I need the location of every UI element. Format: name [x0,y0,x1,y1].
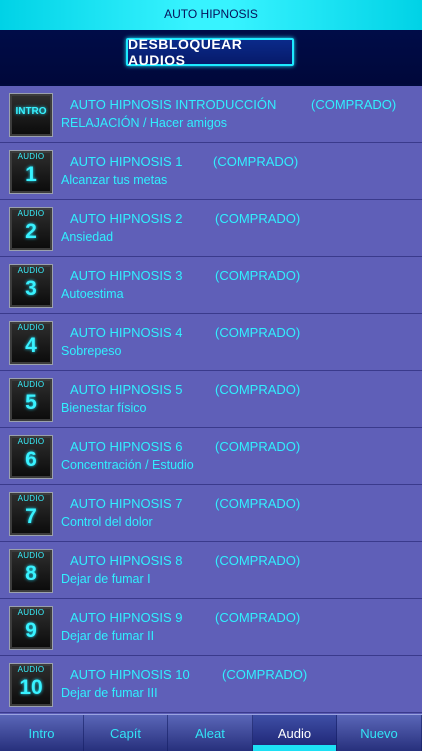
list-item[interactable]: AUDIO 7 AUTO HIPNOSIS 7 (COMPRADO) Control d… [0,485,422,542]
audio-badge-icon: AUDIO 4 [9,321,53,365]
item-subtitle: Sobrepeso [61,344,122,358]
badge-number: 1 [25,163,37,186]
badge-caption: AUDIO [17,437,45,446]
badge-caption: AUDIO [17,152,45,161]
list-item[interactable]: AUDIO 2 AUTO HIPNOSIS 2 (COMPRADO) Ansiedad [0,200,422,257]
item-subtitle: Dejar de fumar II [61,629,155,643]
audio-badge-icon: AUDIO 9 [9,606,53,650]
item-title: AUTO HIPNOSIS 3 [70,268,183,283]
badge-number: 5 [25,391,37,414]
badge-caption: AUDIO [17,494,45,503]
list-item[interactable]: AUDIO 6 AUTO HIPNOSIS 6 (COMPRADO) Concentra… [0,428,422,485]
item-subtitle: Dejar de fumar I [61,572,151,586]
audio-badge-icon: INTRO [9,93,53,137]
item-title: AUTO HIPNOSIS 1 [70,154,183,169]
badge-number: 4 [25,334,37,357]
list-item[interactable]: AUDIO 3 AUTO HIPNOSIS 3 (COMPRADO) Autoestim… [0,257,422,314]
item-subtitle: Ansiedad [61,230,114,244]
item-title: AUTO HIPNOSIS INTRODUCCIÓN [70,97,277,112]
item-title: AUTO HIPNOSIS 9 [70,610,183,625]
tab-3[interactable]: Audio [253,715,337,751]
unlock-audios-button[interactable]: DESBLOQUEAR AUDIOS [126,36,294,68]
item-title: AUTO HIPNOSIS 2 [70,211,183,226]
purchase-status: (COMPRADO) [215,325,301,340]
badge-caption: AUDIO [17,209,45,218]
badge-caption: AUDIO [17,266,45,275]
tab-1[interactable]: Capít [84,715,168,751]
tab-label: Aleat [195,725,225,741]
list-item[interactable]: AUDIO 1 AUTO HIPNOSIS 1 (COMPRADO) Alcanzar … [0,143,422,200]
purchase-status: (COMPRADO) [311,97,397,112]
item-title: AUTO HIPNOSIS 6 [70,439,183,454]
purchase-status: (COMPRADO) [215,211,301,226]
app-header: AUTO HIPNOSIS DESBLOQUEAR AUDIOS [0,0,422,84]
item-subtitle: Bienestar físico [61,401,147,415]
badge-caption: AUDIO [17,551,45,560]
list-item[interactable]: AUDIO 5 AUTO HIPNOSIS 5 (COMPRADO) Bienestar… [0,371,422,428]
audio-badge-icon: AUDIO 5 [9,378,53,422]
tab-4[interactable]: Nuevo [337,715,422,751]
purchase-status: (COMPRADO) [215,496,301,511]
item-title: AUTO HIPNOSIS 4 [70,325,183,340]
item-title: AUTO HIPNOSIS 8 [70,553,183,568]
purchase-status: (COMPRADO) [215,610,301,625]
purchase-status: (COMPRADO) [215,553,301,568]
list-item[interactable]: AUDIO 9 AUTO HIPNOSIS 9 (COMPRADO) Dejar de … [0,599,422,656]
audio-list[interactable]: INTRO AUTO HIPNOSIS INTRODUCCIÓN (COMPRADO… [0,86,422,714]
badge-number: 8 [25,562,37,585]
tab-label: Nuevo [360,725,398,741]
list-item[interactable]: AUDIO 10 AUTO HIPNOSIS 10 (COMPRADO) Dejar d… [0,656,422,713]
purchase-status: (COMPRADO) [215,382,301,397]
item-subtitle: Autoestima [61,287,124,301]
purchase-status: (COMPRADO) [213,154,299,169]
item-subtitle: Concentración / Estudio [61,458,194,472]
item-subtitle: Control del dolor [61,515,153,529]
item-title: AUTO HIPNOSIS 10 [70,667,190,682]
tab-label: Intro [28,725,55,741]
item-subtitle: Dejar de fumar III [61,686,158,700]
page-title: AUTO HIPNOSIS [164,7,258,21]
purchase-status: (COMPRADO) [215,268,301,283]
item-title: AUTO HIPNOSIS 7 [70,496,183,511]
tab-bar: Intro Capít Aleat Audio Nuevo [0,714,422,751]
badge-number: 3 [25,277,37,300]
badge-number: 9 [25,619,37,642]
tab-2[interactable]: Aleat [168,715,253,751]
purchase-status: (COMPRADO) [222,667,308,682]
audio-badge-icon: AUDIO 3 [9,264,53,308]
badge-caption: AUDIO [17,665,45,674]
item-subtitle: RELAJACIÓN / Hacer amigos [61,116,228,130]
item-title: AUTO HIPNOSIS 5 [70,382,183,397]
list-item[interactable]: AUDIO 4 AUTO HIPNOSIS 4 (COMPRADO) Sobrepeso [0,314,422,371]
audio-badge-icon: AUDIO 2 [9,207,53,251]
tab-label: Capít [109,725,142,741]
audio-badge-icon: AUDIO 6 [9,435,53,479]
audio-badge-icon: AUDIO 8 [9,549,53,593]
badge-number: INTRO [15,106,47,117]
list-item[interactable]: INTRO AUTO HIPNOSIS INTRODUCCIÓN (COMPRADO… [0,86,422,143]
list-item[interactable]: AUDIO 8 AUTO HIPNOSIS 8 (COMPRADO) Dejar de … [0,542,422,599]
badge-number: 10 [19,676,43,699]
badge-caption: AUDIO [17,380,45,389]
item-subtitle: Alcanzar tus metas [61,173,168,187]
badge-number: 2 [25,220,37,243]
audio-badge-icon: AUDIO 1 [9,150,53,194]
badge-caption: AUDIO [17,608,45,617]
badge-number: 7 [25,505,37,528]
tab-label: Audio [277,725,312,741]
purchase-status: (COMPRADO) [215,439,301,454]
audio-badge-icon: AUDIO 10 [9,663,53,707]
badge-caption: AUDIO [17,323,45,332]
badge-number: 6 [25,448,37,471]
tab-0[interactable]: Intro [0,715,84,751]
audio-badge-icon: AUDIO 7 [9,492,53,536]
